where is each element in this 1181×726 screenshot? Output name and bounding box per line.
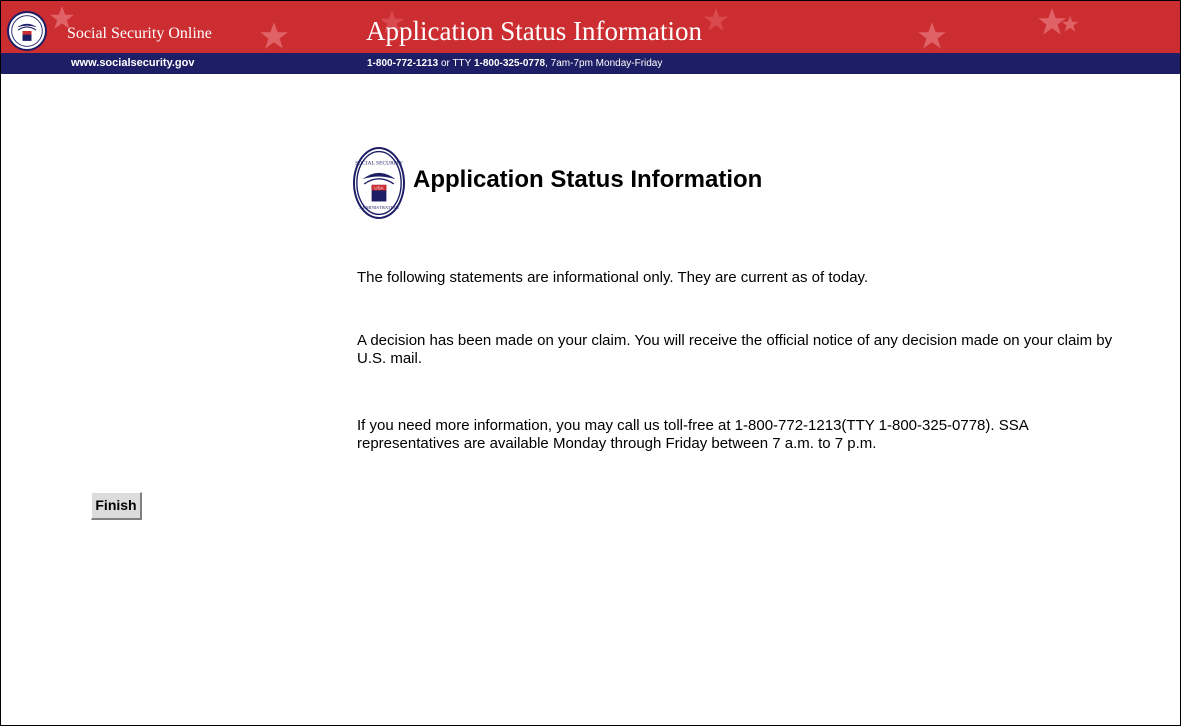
status-paragraph: The following statements are information… <box>357 269 869 286</box>
star-icon <box>260 22 288 49</box>
finish-button[interactable]: Finish <box>91 492 142 520</box>
star-icon <box>1061 15 1079 32</box>
star-icon <box>704 8 728 31</box>
contact-paragraph: If you need more information, you may ca… <box>357 417 1028 452</box>
phone-or-tty: or TTY <box>440 58 472 69</box>
contact-line: 1-800-772-1213 or TTY 1-800-325-0778, 7a… <box>367 58 662 69</box>
seal-text-top: SOCIAL SECURITY <box>355 161 403 167</box>
office-hours: , 7am-7pm Monday-Friday <box>545 58 663 69</box>
ssa-seal-icon <box>7 11 47 51</box>
site-banner: Social Security Online Application Statu… <box>1 1 1180 53</box>
page-frame: Social Security Online Application Statu… <box>0 0 1181 726</box>
tty-number: 1-800-325-0778 <box>473 58 546 69</box>
site-name[interactable]: Social Security Online <box>67 25 212 43</box>
decision-paragraph: A decision has been made on your claim. … <box>357 332 1113 367</box>
ssa-seal-logo: SOCIAL SECURITY USA ADMINISTRATION <box>353 147 405 219</box>
banner-title: Application Status Information <box>366 16 702 46</box>
star-icon <box>918 22 946 49</box>
site-url-link[interactable]: www.socialsecurity.gov <box>71 57 195 69</box>
phone-number: 1-800-772-1213 <box>367 58 439 69</box>
seal-text-bottom: ADMINISTRATION <box>359 205 399 210</box>
seal-shield-text: USA <box>374 185 384 190</box>
page-title: Application Status Information <box>413 166 763 193</box>
contact-bar: www.socialsecurity.gov 1-800-772-1213 or… <box>1 53 1180 74</box>
